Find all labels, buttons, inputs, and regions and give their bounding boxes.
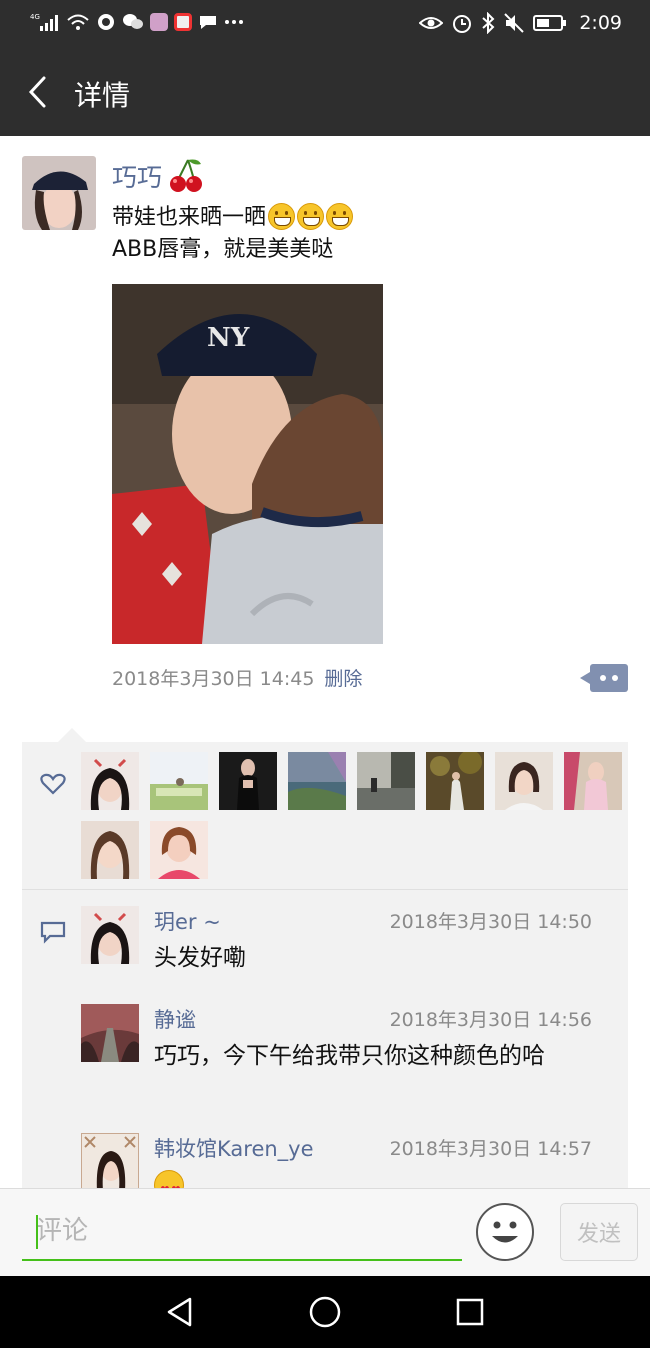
nav-recents-button[interactable] bbox=[450, 1294, 490, 1330]
status-left: 4G bbox=[30, 12, 244, 32]
post-meta: 2018年3月30日 14:45 删除 bbox=[112, 664, 362, 691]
comment-input[interactable] bbox=[22, 1203, 462, 1261]
post-author-label: 巧巧 bbox=[112, 163, 163, 192]
system-nav-bar bbox=[0, 1276, 650, 1348]
eye-icon bbox=[419, 13, 444, 33]
svg-text:NY: NY bbox=[207, 323, 250, 353]
like-avatar[interactable] bbox=[150, 752, 208, 810]
circle-home-icon bbox=[309, 1296, 341, 1328]
heart-eyes-emoji-icon bbox=[154, 1170, 184, 1188]
comment-text bbox=[154, 1170, 599, 1188]
more-notifications-icon bbox=[224, 17, 244, 27]
signal-icon: 4G bbox=[30, 12, 60, 32]
status-right: 2:09 bbox=[419, 12, 622, 34]
comment-icon bbox=[40, 921, 66, 944]
delete-button[interactable]: 删除 bbox=[324, 664, 362, 691]
post-timestamp: 2018年3月30日 14:45 bbox=[112, 668, 315, 690]
comment-time: 2018年3月30日 14:57 bbox=[389, 1138, 592, 1160]
like-avatar[interactable] bbox=[288, 752, 346, 810]
comment-avatar[interactable] bbox=[81, 1004, 139, 1062]
text-cursor bbox=[36, 1215, 38, 1249]
page-title: 详情 bbox=[74, 79, 131, 112]
nav-back-button[interactable] bbox=[160, 1294, 200, 1330]
like-avatar[interactable] bbox=[564, 752, 622, 810]
post-text-line1: 带娃也来晒一晒 bbox=[112, 205, 267, 230]
like-avatar[interactable] bbox=[426, 752, 484, 810]
likes-comments-panel: 玥er ~ 2018年3月30日 14:50 头发好嘞 静谧 2018年3月30… bbox=[22, 728, 628, 1191]
chevron-left-icon bbox=[28, 76, 46, 108]
emoji-button[interactable] bbox=[476, 1203, 534, 1261]
title-bar: 详情 bbox=[0, 48, 650, 136]
app-notification-icon bbox=[150, 13, 168, 31]
grin-emoji-icon bbox=[268, 203, 296, 230]
like-avatar[interactable] bbox=[81, 821, 139, 879]
status-time: 2:09 bbox=[579, 12, 622, 34]
like-avatar[interactable] bbox=[219, 752, 277, 810]
send-button[interactable]: 发送 bbox=[560, 1203, 638, 1261]
bluetooth-icon bbox=[481, 12, 495, 34]
comment-input-bar: 发送 bbox=[0, 1188, 650, 1276]
comment-time: 2018年3月30日 14:56 bbox=[389, 1009, 592, 1031]
smiley-icon bbox=[492, 1221, 518, 1243]
battery-icon bbox=[533, 14, 567, 32]
square-recents-icon bbox=[456, 1298, 484, 1326]
comment-avatar[interactable] bbox=[81, 1133, 139, 1191]
status-bar: 4G 2:09 bbox=[0, 0, 650, 48]
panel-divider bbox=[22, 889, 628, 890]
comment-author[interactable]: 静谧 bbox=[154, 1004, 196, 1034]
mute-icon bbox=[503, 12, 525, 34]
chrome-icon bbox=[174, 13, 192, 31]
triangle-back-icon bbox=[167, 1297, 192, 1327]
post-author-avatar[interactable] bbox=[22, 156, 96, 230]
post-author-name[interactable]: 巧巧 bbox=[112, 158, 204, 194]
comment-time: 2018年3月30日 14:50 bbox=[389, 911, 592, 933]
more-dot-icon bbox=[600, 675, 606, 681]
nav-home-button[interactable] bbox=[305, 1294, 345, 1330]
alarm-icon bbox=[451, 12, 473, 34]
cherry-emoji-icon bbox=[170, 159, 203, 192]
grin-emoji-icon bbox=[297, 203, 325, 230]
comment-text: 头发好嘞 bbox=[154, 945, 246, 971]
post-photo[interactable]: NY bbox=[112, 284, 383, 644]
svg-text:4G: 4G bbox=[30, 13, 40, 21]
like-avatar[interactable] bbox=[150, 821, 208, 879]
panel-pointer bbox=[58, 728, 86, 742]
browser-app-icon bbox=[96, 12, 116, 32]
wechat-icon bbox=[122, 12, 144, 32]
post-body: 带娃也来晒一晒 ABB唇膏，就是美美哒 bbox=[112, 202, 622, 266]
like-avatar[interactable] bbox=[81, 752, 139, 810]
post-text-line2: ABB唇膏，就是美美哒 bbox=[112, 237, 334, 262]
grin-emoji-icon bbox=[326, 203, 354, 230]
heart-icon bbox=[40, 773, 66, 795]
like-avatar[interactable] bbox=[357, 752, 415, 810]
comment-avatar[interactable] bbox=[81, 906, 139, 964]
back-button[interactable] bbox=[18, 72, 58, 112]
like-avatar[interactable] bbox=[495, 752, 553, 810]
wifi-icon bbox=[66, 12, 90, 32]
more-actions-button[interactable] bbox=[580, 664, 628, 692]
comment-text: 巧巧，今下午给我带只你这种颜色的哈 bbox=[154, 1043, 545, 1069]
message-bubble-icon bbox=[198, 12, 218, 32]
comment-author[interactable]: 韩妆馆Karen_ye bbox=[154, 1133, 314, 1163]
comment-author[interactable]: 玥er ~ bbox=[154, 906, 221, 936]
more-dot-icon bbox=[612, 675, 618, 681]
